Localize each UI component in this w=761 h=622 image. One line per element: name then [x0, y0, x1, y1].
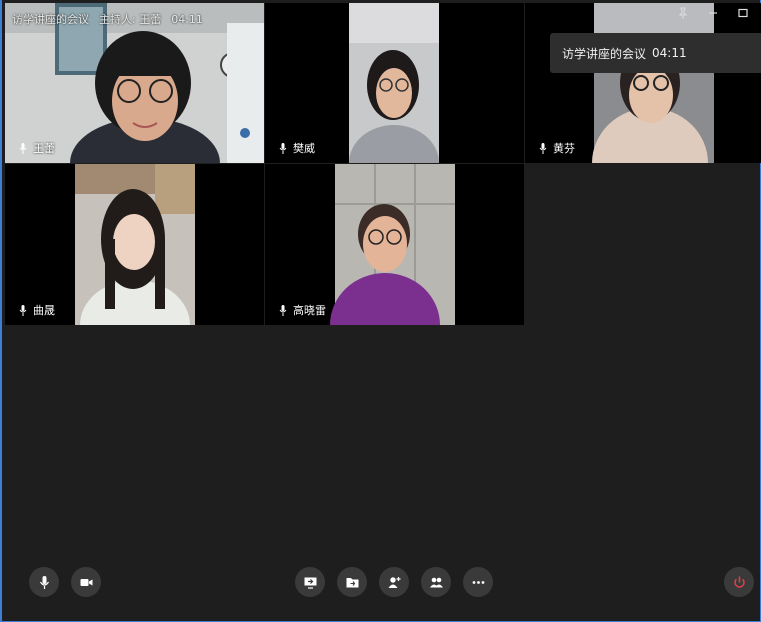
participant-video: [5, 3, 264, 163]
participant-tile[interactable]: 樊威: [265, 3, 524, 163]
microphone-icon: [539, 142, 547, 154]
toolbar-center: [295, 567, 493, 597]
participant-video: [265, 3, 524, 163]
minimize-icon[interactable]: [706, 6, 720, 20]
microphone-button[interactable]: [29, 567, 59, 597]
more-button[interactable]: [463, 567, 493, 597]
camera-button[interactable]: [71, 567, 101, 597]
participant-name-label: 王蕾: [19, 140, 55, 156]
camera-icon: [80, 578, 92, 586]
microphone-icon: [19, 142, 27, 154]
more-icon: [472, 580, 484, 584]
share-file-button[interactable]: [337, 567, 367, 597]
members-button[interactable]: [421, 567, 451, 597]
participant-tile[interactable]: 高晓雷: [265, 164, 524, 325]
window-controls: [676, 6, 750, 20]
invite-member-icon: [388, 576, 400, 588]
invite-member-button[interactable]: [379, 567, 409, 597]
microphone-icon: [279, 142, 287, 154]
participant-tile[interactable]: 曲晟: [5, 164, 264, 325]
participant-tile[interactable]: 王蕾: [5, 3, 264, 163]
participant-name-label: 曲晟: [19, 302, 55, 318]
participant-name-label: 高晓雷: [279, 302, 326, 318]
participant-tile[interactable]: 黄芬: [525, 3, 761, 163]
meeting-title-bar: 访学讲座的会议 主持人: 王蕾 04:11: [12, 11, 213, 27]
microphone-icon: [39, 575, 49, 589]
tooltip-meeting-name: 访学讲座的会议: [562, 46, 647, 61]
tooltip-timer: 04:11: [652, 46, 687, 60]
share-screen-button[interactable]: [295, 567, 325, 597]
participant-name-label: 黄芬: [539, 140, 575, 156]
participant-video: [5, 164, 264, 325]
leave-meeting-button[interactable]: [724, 567, 754, 597]
meeting-timer: 04:11: [171, 13, 203, 26]
share-file-icon: [346, 577, 358, 587]
microphone-icon: [19, 304, 27, 316]
host-label: 主持人: 王蕾: [99, 13, 162, 26]
meeting-info-tooltip: 访学讲座的会议 04:11: [550, 33, 761, 73]
meeting-window: 访学讲座的会议 主持人: 王蕾 04:11 访学讲座的会议 04:11 王蕾 樊…: [0, 0, 761, 622]
leave-meeting-icon: [733, 576, 745, 588]
pin-icon[interactable]: [676, 6, 690, 20]
participant-name-label: 樊威: [279, 140, 315, 156]
participant-video: [265, 164, 524, 325]
members-icon: [429, 577, 443, 587]
microphone-icon: [279, 304, 287, 316]
share-screen-icon: [304, 577, 316, 589]
participant-video: [525, 3, 761, 163]
meeting-name: 访学讲座的会议: [12, 13, 89, 26]
maximize-icon[interactable]: [736, 6, 750, 20]
toolbar-right: [724, 567, 754, 597]
toolbar-left: [29, 567, 101, 597]
